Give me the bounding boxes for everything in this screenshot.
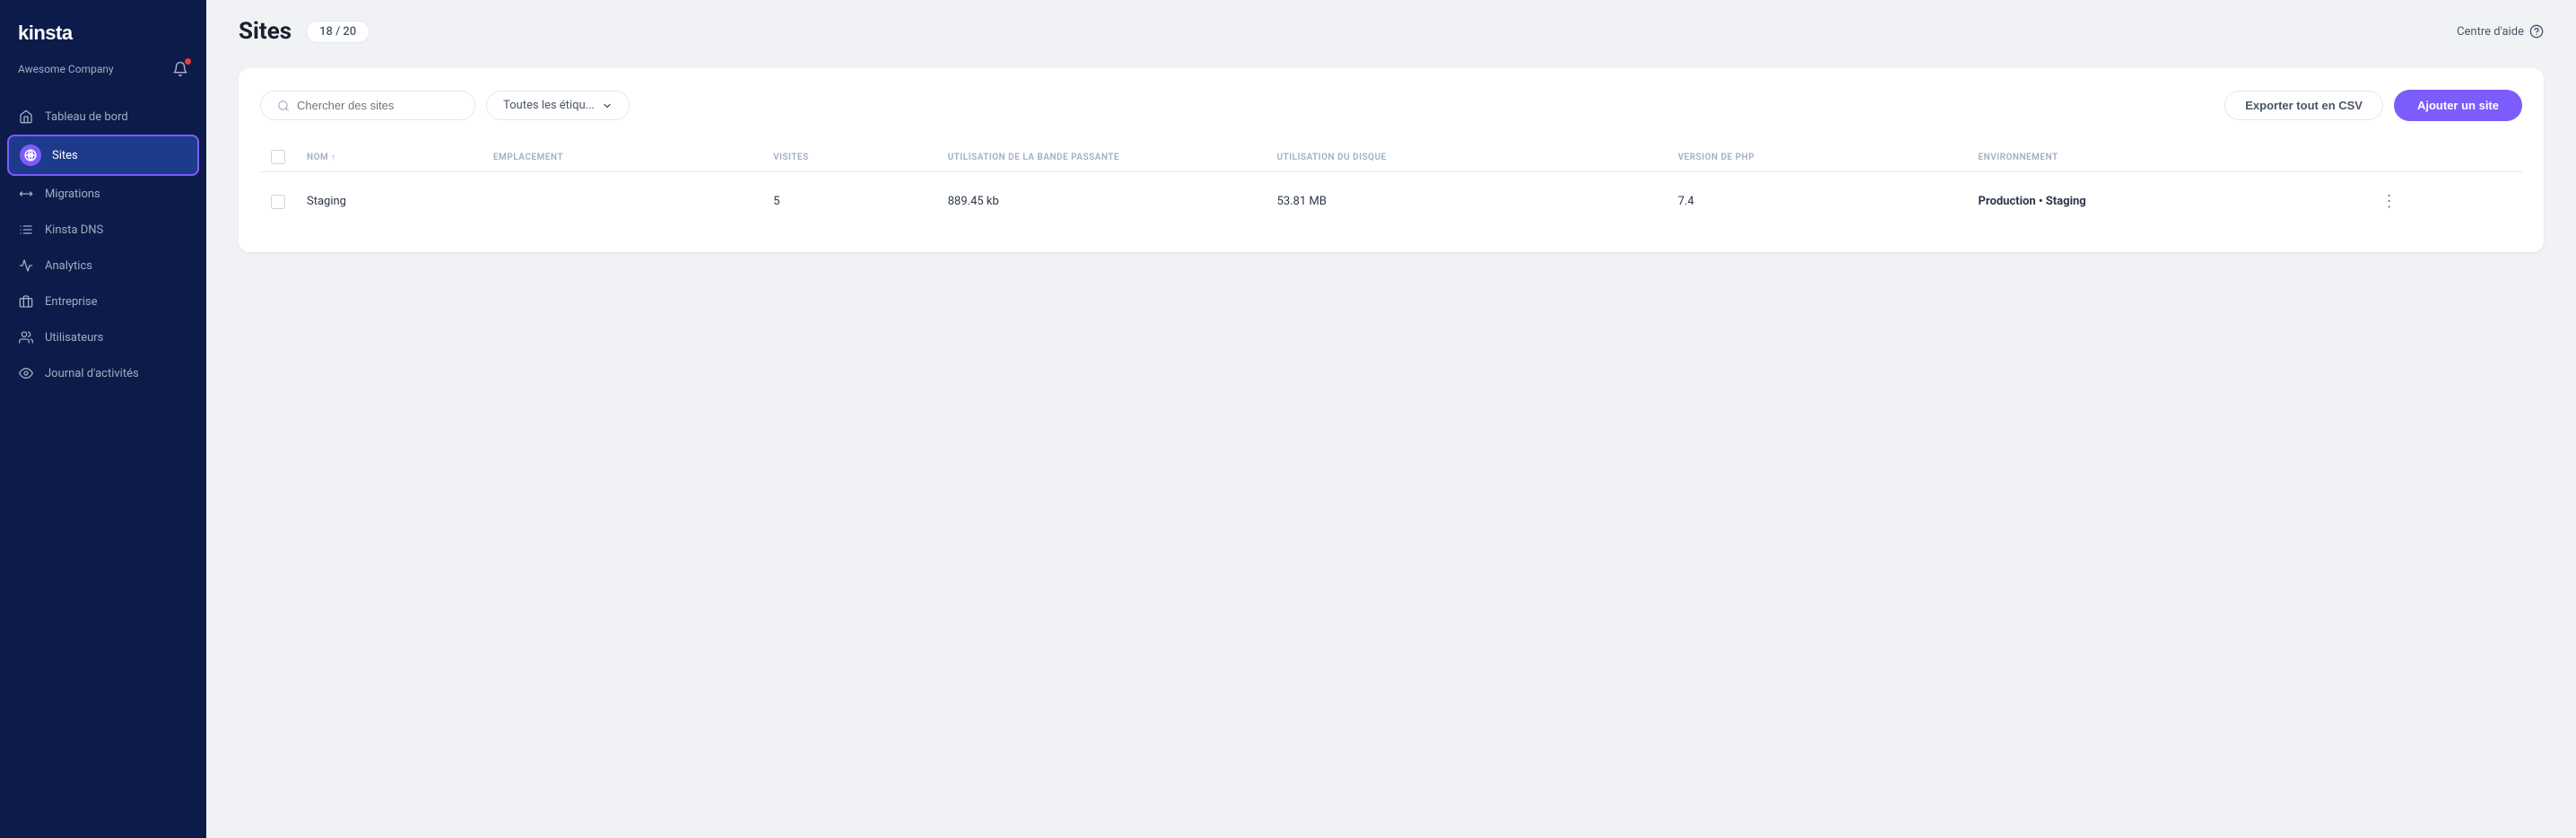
export-csv-button[interactable]: Exporter tout en CSV <box>2224 91 2383 120</box>
topbar: Sites 18 / 20 Centre d'aide <box>206 0 2576 54</box>
home-icon <box>18 109 34 125</box>
content-area: Toutes les étiqu... Exporter tout en CSV… <box>206 54 2576 838</box>
sidebar-item-journal[interactable]: Journal d'activités <box>0 355 206 391</box>
table-row: Staging 5 889.45 kb 53.81 MB 7.4 Product… <box>260 172 2522 231</box>
sidebar-item-entreprise[interactable]: Entreprise <box>0 284 206 319</box>
cell-environnement: Production • Staging <box>1968 172 2363 231</box>
main-content: Sites 18 / 20 Centre d'aide <box>206 0 2576 838</box>
site-count-badge: 18 / 20 <box>306 21 370 43</box>
sidebar-item-tableau[interactable]: Tableau de bord <box>0 99 206 135</box>
company-name: Awesome Company <box>18 63 114 75</box>
logo: kinsta <box>18 20 99 45</box>
add-site-button[interactable]: Ajouter un site <box>2394 90 2522 121</box>
sidebar-item-label: Sites <box>52 149 78 162</box>
sidebar-item-utilisateurs[interactable]: Utilisateurs <box>0 319 206 355</box>
cell-disque: 53.81 MB <box>1266 172 1667 231</box>
select-all-checkbox[interactable] <box>271 150 285 164</box>
sidebar: kinsta Awesome Company Tableau de bord <box>0 0 206 838</box>
migrations-icon <box>18 186 34 202</box>
row-checkbox[interactable] <box>271 195 285 209</box>
users-icon <box>18 329 34 345</box>
col-nom[interactable]: NOM ↑ <box>296 143 483 172</box>
col-bande-passante: UTILISATION DE LA BANDE PASSANTE <box>937 143 1266 172</box>
col-visites: VISITES <box>762 143 937 172</box>
svg-text:kinsta: kinsta <box>18 22 74 44</box>
sidebar-nav: Tableau de bord Sites Migr <box>0 92 206 838</box>
sites-toolbar: Toutes les étiqu... Exporter tout en CSV… <box>260 90 2522 121</box>
table-header: NOM ↑ EMPLACEMENT VISITES UTILISATION DE… <box>260 143 2522 172</box>
page-title: Sites <box>239 18 292 45</box>
search-box[interactable] <box>260 91 475 120</box>
sidebar-item-label: Migrations <box>45 188 100 201</box>
sidebar-item-kinsta-dns[interactable]: Kinsta DNS <box>0 212 206 248</box>
cell-actions: ⋮ <box>2363 172 2522 231</box>
sidebar-item-label: Entreprise <box>45 295 97 309</box>
search-icon <box>277 100 290 112</box>
filter-dropdown[interactable]: Toutes les étiqu... <box>486 91 630 120</box>
cell-php: 7.4 <box>1667 172 1968 231</box>
table-body: Staging 5 889.45 kb 53.81 MB 7.4 Product… <box>260 172 2522 231</box>
col-php: VERSION DE PHP <box>1667 143 1968 172</box>
cell-visites: 5 <box>762 172 937 231</box>
notification-bell-icon[interactable] <box>172 61 188 77</box>
sidebar-item-label: Kinsta DNS <box>45 223 103 237</box>
journal-icon <box>18 365 34 381</box>
sidebar-item-label: Tableau de bord <box>45 110 128 124</box>
dns-icon <box>18 222 34 238</box>
col-emplacement: EMPLACEMENT <box>483 143 762 172</box>
sites-icon <box>20 144 41 166</box>
row-checkbox-cell <box>260 172 296 231</box>
company-row: Awesome Company <box>0 57 206 92</box>
filter-label: Toutes les étiqu... <box>503 99 595 112</box>
sidebar-item-migrations[interactable]: Migrations <box>0 176 206 212</box>
cell-nom: Staging <box>296 172 483 231</box>
page-title-row: Sites 18 / 20 <box>239 18 370 45</box>
sidebar-item-label: Analytics <box>45 259 92 273</box>
search-input[interactable] <box>297 99 458 112</box>
sites-table: NOM ↑ EMPLACEMENT VISITES UTILISATION DE… <box>260 143 2522 231</box>
chevron-down-icon <box>602 100 613 111</box>
cell-emplacement <box>483 172 762 231</box>
notification-badge <box>185 58 191 65</box>
sidebar-item-label: Utilisateurs <box>45 331 103 345</box>
help-circle-icon <box>2529 24 2544 39</box>
col-actions <box>2363 143 2522 172</box>
select-all-header <box>260 143 296 172</box>
entreprise-icon <box>18 293 34 310</box>
sites-card: Toutes les étiqu... Exporter tout en CSV… <box>239 68 2544 252</box>
analytics-icon <box>18 258 34 274</box>
sidebar-item-analytics[interactable]: Analytics <box>0 248 206 284</box>
row-more-button[interactable]: ⋮ <box>2374 188 2405 214</box>
help-link[interactable]: Centre d'aide <box>2457 24 2544 39</box>
sidebar-item-sites[interactable]: Sites <box>7 135 199 176</box>
col-disque: UTILISATION DU DISQUE <box>1266 143 1667 172</box>
col-environnement: ENVIRONNEMENT <box>1968 143 2363 172</box>
cell-bande-passante: 889.45 kb <box>937 172 1266 231</box>
sidebar-item-label: Journal d'activités <box>45 367 139 380</box>
help-label: Centre d'aide <box>2457 25 2524 39</box>
sidebar-logo-area: kinsta <box>0 0 206 57</box>
